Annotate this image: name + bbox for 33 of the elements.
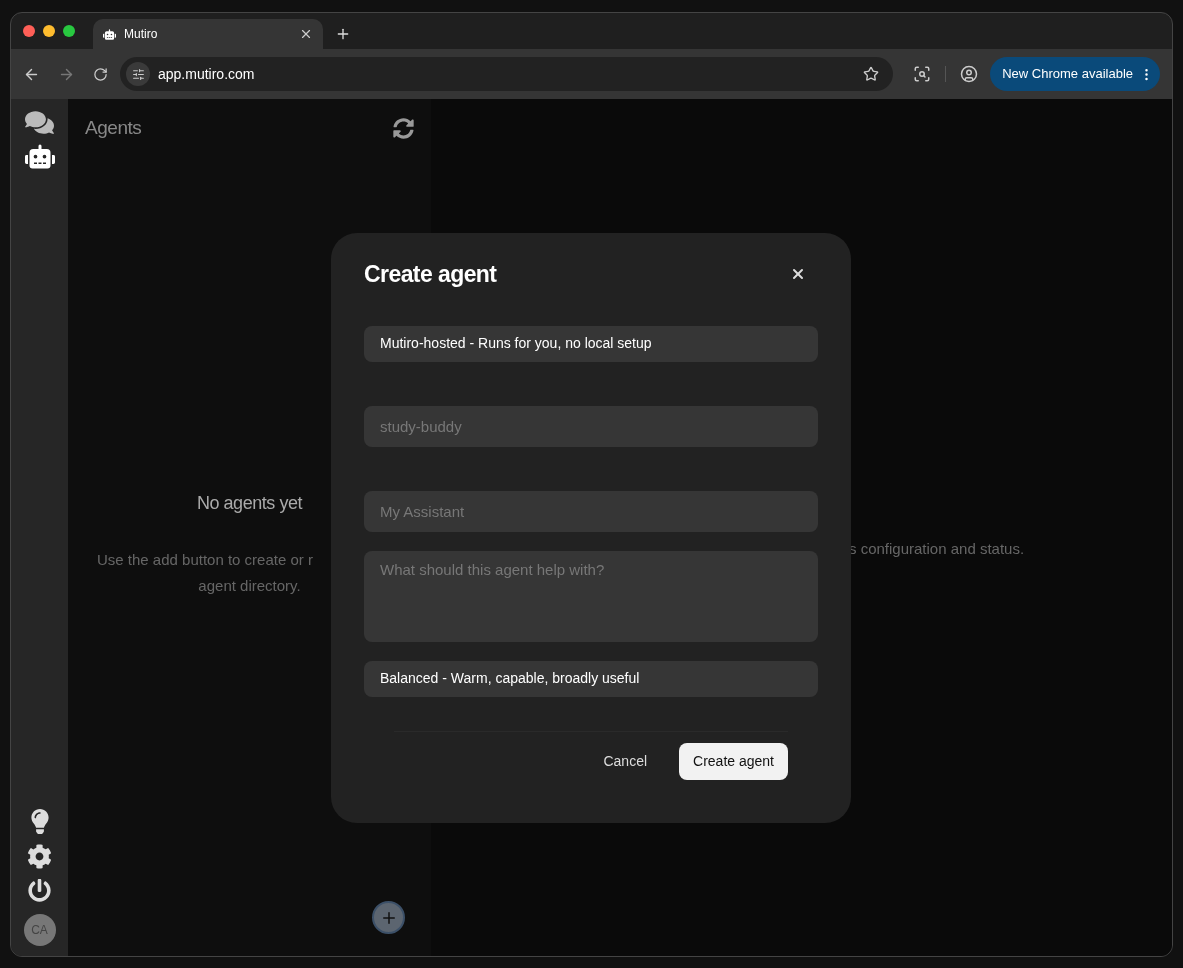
address-bar[interactable]: app.mutiro.com <box>120 57 894 91</box>
dialog-title: Create agent <box>364 260 497 289</box>
close-window-icon[interactable] <box>23 25 35 37</box>
update-button[interactable]: New Chrome available <box>990 57 1160 91</box>
tab-favicon-icon <box>103 27 116 41</box>
browser-tab[interactable]: Mutiro <box>93 19 323 49</box>
select-field[interactable]: Mutiro-hosted - Runs for you, no local setup <box>364 325 818 362</box>
lightbulb-icon[interactable] <box>28 809 51 834</box>
robot-icon[interactable] <box>24 144 55 169</box>
text-area[interactable]: What should this agent help with? <box>364 550 818 642</box>
site-settings-icon[interactable] <box>131 67 145 81</box>
input-field[interactable]: My Assistant <box>364 490 818 532</box>
bookmark-icon[interactable] <box>863 66 880 82</box>
add-button[interactable] <box>372 901 405 934</box>
profile-icon[interactable] <box>960 65 979 83</box>
select-field[interactable]: Balanced - Warm, capable, broadly useful <box>364 660 818 697</box>
panel-title: Agents <box>85 115 142 140</box>
maximize-window-icon[interactable] <box>63 25 75 37</box>
empty-title: No agents yet <box>196 492 303 515</box>
power-icon[interactable] <box>28 879 51 902</box>
new-tab-icon[interactable] <box>335 26 351 42</box>
cancel-button[interactable]: Cancel <box>591 742 660 780</box>
close-tab-icon[interactable] <box>299 27 313 41</box>
chat-icon[interactable] <box>25 109 54 136</box>
minimize-window-icon[interactable] <box>43 25 55 37</box>
reload-icon[interactable] <box>93 66 108 82</box>
refresh-icon[interactable] <box>393 117 414 139</box>
lens-icon[interactable] <box>913 65 932 83</box>
input-field[interactable]: study-buddy <box>364 405 818 447</box>
empty-text: Use the add button to create or r <box>97 550 313 570</box>
create-agent-button[interactable]: Create agent <box>679 742 788 780</box>
settings-icon[interactable] <box>27 844 52 869</box>
empty-text: agent directory. <box>198 576 301 596</box>
